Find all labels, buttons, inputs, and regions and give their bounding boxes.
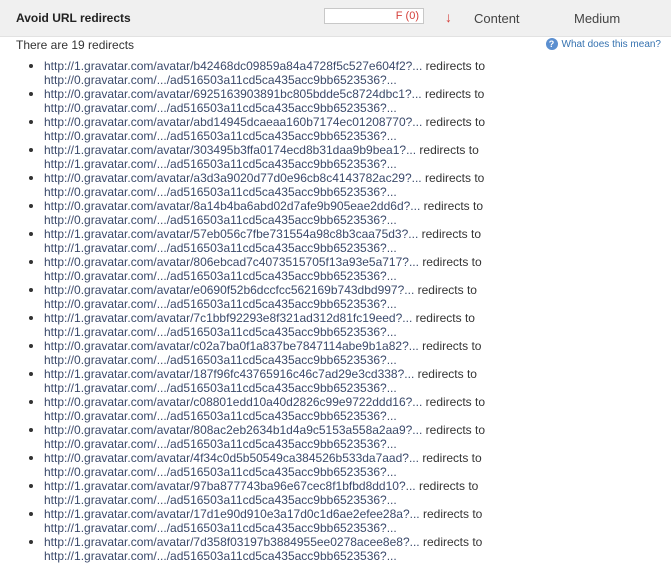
redirect-summary: There are 19 redirects xyxy=(16,38,135,52)
redirect-item: http://1.gravatar.com/avatar/7c1bbf92293… xyxy=(26,311,656,339)
redirect-item: http://1.gravatar.com/avatar/b42468dc098… xyxy=(26,59,656,87)
redirects-to-label: redirects to xyxy=(424,87,485,101)
redirect-target-url[interactable]: http://0.gravatar.com/.../ad516503a11cd5… xyxy=(44,409,656,423)
redirects-to-label: redirects to xyxy=(415,311,475,325)
redirect-source-url[interactable]: http://1.gravatar.com/avatar/b42468dc098… xyxy=(44,59,422,73)
redirects-to-label: redirects to xyxy=(422,451,482,465)
redirect-item: http://0.gravatar.com/avatar/c02a7ba0f1a… xyxy=(26,339,656,367)
rule-header[interactable]: Avoid URL redirects F (0) ↓ Content Medi… xyxy=(0,0,671,37)
redirect-item: http://0.gravatar.com/avatar/a3d3a9020d7… xyxy=(26,171,656,199)
redirect-item: http://0.gravatar.com/avatar/e0690f52b6d… xyxy=(26,283,656,311)
redirect-source-url[interactable]: http://0.gravatar.com/avatar/69251639038… xyxy=(44,87,422,101)
rule-priority: Medium xyxy=(574,11,621,26)
redirect-item: http://1.gravatar.com/avatar/187f96fc437… xyxy=(26,367,656,395)
redirect-target-url[interactable]: http://1.gravatar.com/.../ad516503a11cd5… xyxy=(44,241,656,255)
grade-label: F (0) xyxy=(395,10,419,22)
redirect-source-url[interactable]: http://0.gravatar.com/avatar/806ebcad7c4… xyxy=(44,255,419,269)
redirect-target-url[interactable]: http://0.gravatar.com/.../ad516503a11cd5… xyxy=(44,213,656,227)
redirect-source-url[interactable]: http://0.gravatar.com/avatar/a3d3a9020d7… xyxy=(44,171,422,185)
redirect-target-url[interactable]: http://0.gravatar.com/.../ad516503a11cd5… xyxy=(44,465,656,479)
redirect-source-url[interactable]: http://1.gravatar.com/avatar/17d1e90d910… xyxy=(44,507,420,521)
redirect-list: http://1.gravatar.com/avatar/b42468dc098… xyxy=(26,59,656,563)
rule-type: Content xyxy=(474,11,520,26)
redirect-source-url[interactable]: http://1.gravatar.com/avatar/57eb056c7fb… xyxy=(44,227,418,241)
redirects-to-label: redirects to xyxy=(422,535,483,549)
redirect-source-url[interactable]: http://1.gravatar.com/avatar/97ba877743b… xyxy=(44,479,416,493)
redirect-item: http://0.gravatar.com/avatar/806ebcad7c4… xyxy=(26,255,656,283)
redirect-item: http://0.gravatar.com/avatar/abd14945dca… xyxy=(26,115,656,143)
redirects-to-label: redirects to xyxy=(419,143,479,157)
redirect-item: http://0.gravatar.com/avatar/4f34c0d5b50… xyxy=(26,451,656,479)
redirect-target-url[interactable]: http://0.gravatar.com/.../ad516503a11cd5… xyxy=(44,297,656,311)
redirect-item: http://1.gravatar.com/avatar/97ba877743b… xyxy=(26,479,656,507)
redirect-target-url[interactable]: http://0.gravatar.com/.../ad516503a11cd5… xyxy=(44,437,656,451)
redirect-source-url[interactable]: http://1.gravatar.com/avatar/7c1bbf92293… xyxy=(44,311,412,325)
redirect-target-url[interactable]: http://0.gravatar.com/.../ad516503a11cd5… xyxy=(44,269,656,283)
redirects-to-label: redirects to xyxy=(425,423,486,437)
redirects-to-label: redirects to xyxy=(421,227,481,241)
redirects-to-label: redirects to xyxy=(422,339,482,353)
redirect-source-url[interactable]: http://0.gravatar.com/avatar/e0690f52b6d… xyxy=(44,283,414,297)
redirect-source-url[interactable]: http://0.gravatar.com/avatar/c08801edd10… xyxy=(44,395,422,409)
redirect-source-url[interactable]: http://0.gravatar.com/avatar/abd14945dca… xyxy=(44,115,422,129)
redirects-to-label: redirects to xyxy=(425,59,485,73)
redirect-target-url[interactable]: http://1.gravatar.com/.../ad516503a11cd5… xyxy=(44,549,656,563)
redirect-source-url[interactable]: http://1.gravatar.com/avatar/7d358f03197… xyxy=(44,535,420,549)
redirect-source-url[interactable]: http://0.gravatar.com/avatar/8a14b4ba6ab… xyxy=(44,199,420,213)
redirect-target-url[interactable]: http://0.gravatar.com/.../ad516503a11cd5… xyxy=(44,129,656,143)
down-arrow-icon: ↓ xyxy=(445,9,452,25)
redirects-to-label: redirects to xyxy=(417,283,477,297)
redirect-source-url[interactable]: http://0.gravatar.com/avatar/c02a7ba0f1a… xyxy=(44,339,419,353)
redirect-source-url[interactable]: http://1.gravatar.com/avatar/303495b3ffa… xyxy=(44,143,416,157)
redirects-to-label: redirects to xyxy=(418,479,479,493)
redirect-target-url[interactable]: http://0.gravatar.com/.../ad516503a11cd5… xyxy=(44,185,656,199)
redirect-source-url[interactable]: http://1.gravatar.com/avatar/187f96fc437… xyxy=(44,367,414,381)
redirect-item: http://1.gravatar.com/avatar/57eb056c7fb… xyxy=(26,227,656,255)
redirect-item: http://0.gravatar.com/avatar/808ac2eb263… xyxy=(26,423,656,451)
redirect-target-url[interactable]: http://1.gravatar.com/.../ad516503a11cd5… xyxy=(44,381,656,395)
redirect-target-url[interactable]: http://1.gravatar.com/.../ad516503a11cd5… xyxy=(44,325,656,339)
redirects-to-label: redirects to xyxy=(424,171,485,185)
redirect-target-url[interactable]: http://1.gravatar.com/.../ad516503a11cd5… xyxy=(44,521,656,535)
redirect-target-url[interactable]: http://1.gravatar.com/.../ad516503a11cd5… xyxy=(44,493,656,507)
redirects-to-label: redirects to xyxy=(423,199,484,213)
grade-bar: F (0) xyxy=(324,8,424,24)
redirect-target-url[interactable]: http://0.gravatar.com/.../ad516503a11cd5… xyxy=(44,101,656,115)
redirect-item: http://1.gravatar.com/avatar/7d358f03197… xyxy=(26,535,656,563)
redirects-to-label: redirects to xyxy=(425,115,486,129)
redirect-item: http://0.gravatar.com/avatar/69251639038… xyxy=(26,87,656,115)
redirect-target-url[interactable]: http://1.gravatar.com/.../ad516503a11cd5… xyxy=(44,157,656,171)
redirects-to-label: redirects to xyxy=(422,507,483,521)
redirects-to-label: redirects to xyxy=(425,395,486,409)
redirect-item: http://1.gravatar.com/avatar/303495b3ffa… xyxy=(26,143,656,171)
redirect-source-url[interactable]: http://0.gravatar.com/avatar/4f34c0d5b50… xyxy=(44,451,419,465)
redirects-to-label: redirects to xyxy=(422,255,482,269)
redirect-target-url[interactable]: http://0.gravatar.com/.../ad516503a11cd5… xyxy=(44,353,656,367)
help-icon: ? xyxy=(545,38,558,50)
redirect-source-url[interactable]: http://0.gravatar.com/avatar/808ac2eb263… xyxy=(44,423,422,437)
redirect-item: http://1.gravatar.com/avatar/17d1e90d910… xyxy=(26,507,656,535)
redirect-item: http://0.gravatar.com/avatar/8a14b4ba6ab… xyxy=(26,199,656,227)
help-link-label: What does this mean? xyxy=(561,38,662,50)
redirects-to-label: redirects to xyxy=(417,367,477,381)
redirect-item: http://0.gravatar.com/avatar/c08801edd10… xyxy=(26,395,656,423)
redirect-target-url[interactable]: http://0.gravatar.com/.../ad516503a11cd5… xyxy=(44,73,656,87)
rule-title: Avoid URL redirects xyxy=(16,11,131,25)
help-link[interactable]: ? What does this mean? xyxy=(545,38,662,50)
